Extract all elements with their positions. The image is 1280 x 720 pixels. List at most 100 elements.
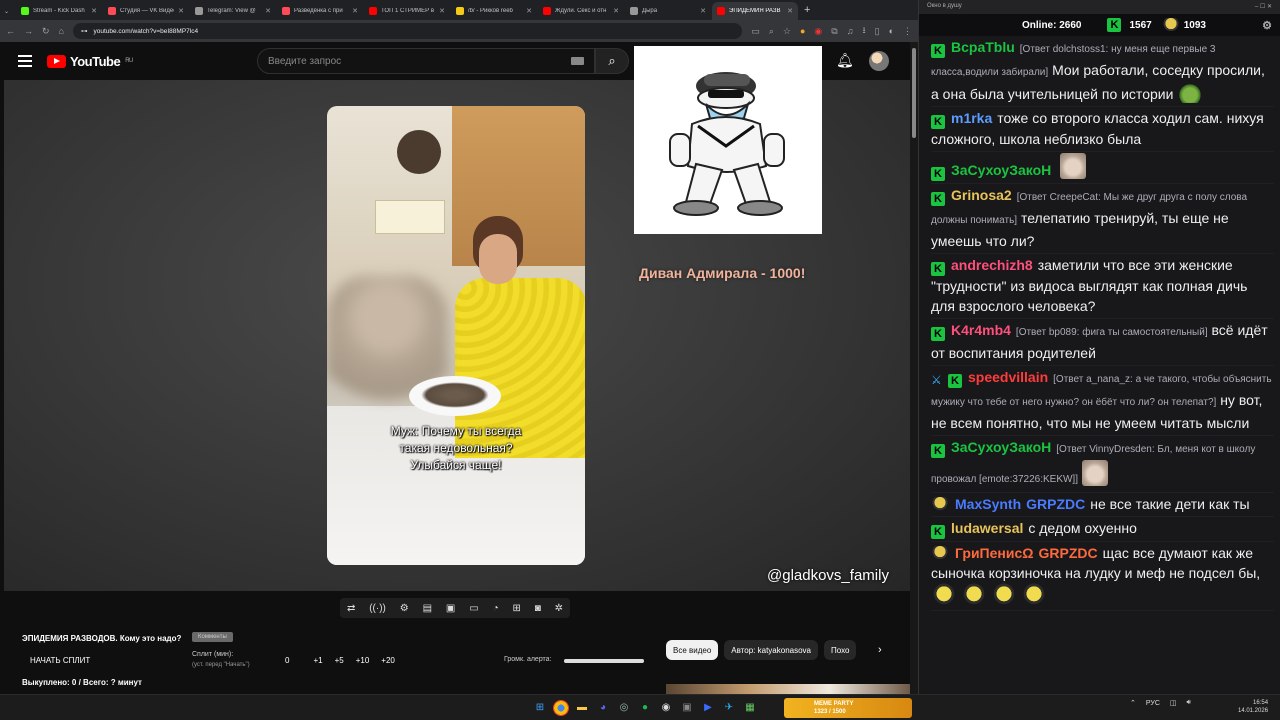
avatar[interactable] [869, 51, 889, 71]
comments-badge[interactable]: Комменты [192, 632, 233, 642]
steam-icon[interactable]: ◎ [616, 700, 632, 716]
download-icon[interactable]: ⭳ [862, 23, 865, 39]
menu-dots-icon[interactable]: ⋮ [903, 26, 912, 37]
volume-icon[interactable]: 🔊︎ [1187, 699, 1191, 707]
tab-close-icon[interactable]: ✕ [265, 7, 271, 15]
meme-party-widget[interactable]: MEME PARTY 1323 / 1500 [784, 698, 912, 718]
reload-icon[interactable]: ↻ [42, 26, 50, 37]
cast-icon[interactable]: ▭ [751, 26, 760, 37]
settings-box-icon[interactable]: ⚙ [400, 603, 409, 614]
spotify-icon[interactable]: ● [637, 700, 653, 716]
language-indicator[interactable]: РУС [1146, 700, 1160, 707]
clapper-icon[interactable]: ▤ [423, 603, 432, 614]
obs-icon[interactable]: ◉ [658, 700, 674, 716]
start-split-button[interactable]: НАЧАТЬ СПЛИТ [22, 654, 98, 667]
chat-username[interactable]: K4r4mb4 [951, 322, 1011, 338]
chat-username[interactable]: ЗаСухоуЗакоН [951, 162, 1051, 178]
profile-icon[interactable]: ◐ [889, 26, 894, 36]
chat-username[interactable]: ГриПенисΩ [955, 545, 1033, 561]
tab-close-icon[interactable]: ✕ [439, 7, 445, 15]
browser-tab[interactable]: /b/ - Рикков reeb ✕ [451, 2, 537, 20]
taskbar-clock[interactable]: 16:54 14.01.2026 [1238, 699, 1268, 715]
chip-all-videos[interactable]: Все видео [666, 640, 719, 660]
kick-badge-icon: K [931, 192, 945, 206]
browser-tab[interactable]: Студия — VK Видео ✕ [103, 2, 189, 20]
forward-icon[interactable]: → [24, 26, 33, 36]
search-input[interactable]: Введите запрос [257, 48, 595, 74]
kick-icon: K [1107, 18, 1122, 32]
telegram-icon[interactable]: ✈ [721, 700, 737, 716]
speed-icon[interactable]: ◔ [493, 603, 499, 614]
chat-username[interactable]: ludawersal [951, 520, 1023, 536]
scrollbar-thumb[interactable] [912, 48, 916, 138]
home-icon[interactable]: ⌂ [59, 26, 64, 36]
split-plus-20-button[interactable]: +20 [381, 656, 395, 665]
browser-tab[interactable]: ТОП 1 СТРИМЕР в ✕ [364, 2, 450, 20]
alert-volume-slider[interactable] [564, 659, 644, 663]
chat-username[interactable]: ВсраТblu [951, 39, 1015, 55]
tab-close-icon[interactable]: ✕ [613, 7, 619, 15]
add-box-icon[interactable]: ⊞ [512, 603, 520, 614]
camera-icon[interactable]: ◙ [535, 603, 541, 614]
split-plus-5-button[interactable]: +5 [335, 656, 344, 665]
menu-burger-icon[interactable] [18, 55, 32, 67]
windows-start-icon[interactable]: ⊞ [532, 700, 548, 716]
tab-close-icon[interactable]: ✕ [787, 7, 793, 15]
frame-icon[interactable]: ▭ [469, 603, 478, 614]
extensions-puzzle-icon[interactable]: ⧉ [831, 26, 837, 37]
discord-icon[interactable]: ◕ [595, 700, 611, 716]
browser-tab[interactable]: Stream - Kick Dash ✕ [16, 2, 102, 20]
browser-tab[interactable]: Разведёнка с при ✕ [277, 2, 363, 20]
chat-username[interactable]: speedvillain [968, 369, 1048, 385]
chat-username[interactable]: andrechizh8 [951, 257, 1033, 273]
keyboard-icon[interactable] [571, 57, 584, 65]
recommended-thumbnail[interactable] [666, 684, 912, 694]
page-scrollbar[interactable] [910, 42, 918, 694]
chip-similar[interactable]: Похо [824, 640, 857, 660]
tab-list-button[interactable]: ⌄ [1, 2, 15, 20]
screen-icon[interactable]: ▣ [446, 603, 455, 614]
chat-settings-icon[interactable]: ⚙ [1262, 19, 1272, 32]
network-icon[interactable]: ◫ [1170, 699, 1177, 707]
audio-icon[interactable]: ((·)) [369, 603, 386, 614]
player-icon[interactable]: ▶ [700, 700, 716, 716]
split-plus-1-button[interactable]: +1 [313, 656, 322, 665]
chat-username[interactable]: MaxSynth [955, 496, 1021, 512]
search-button[interactable]: ⌕ [595, 48, 629, 74]
new-tab-button[interactable]: + [804, 4, 810, 16]
back-icon[interactable]: ← [6, 26, 15, 36]
chat-username[interactable]: Grinosa2 [951, 187, 1012, 203]
chevron-right-icon[interactable]: › [878, 644, 882, 656]
tab-close-icon[interactable]: ✕ [526, 7, 532, 15]
extension-icon[interactable]: ◉ [814, 26, 822, 37]
tab-close-icon[interactable]: ✕ [700, 7, 706, 15]
youtube-logo[interactable]: YouTube RU [47, 54, 133, 69]
chat-username[interactable]: ЗаСухоуЗакоН [951, 439, 1051, 455]
chat-username[interactable]: m1rka [951, 110, 992, 126]
site-info-icon[interactable]: ⊶ [81, 27, 88, 35]
loop-icon[interactable]: ⇄ [347, 603, 355, 614]
app-icon[interactable]: ▣ [679, 700, 695, 716]
notifications-bell-icon[interactable]: 🔔︎ [836, 52, 854, 69]
bookmark-star-icon[interactable]: ☆ [783, 26, 791, 37]
browser-tab[interactable]: Дыра ✕ [625, 2, 711, 20]
chrome-icon[interactable] [553, 700, 569, 716]
url-field[interactable]: ⊶ youtube.com/watch?v=beI88MP7lc4 [72, 23, 743, 39]
gear-icon[interactable]: ✲ [555, 603, 563, 614]
app-icon[interactable]: ▦ [742, 700, 758, 716]
tray-chevron-icon[interactable]: ⌃ [1130, 699, 1136, 707]
browser-tab[interactable]: Telegram: View @ ✕ [190, 2, 276, 20]
chat-window-controls[interactable]: – ☐ ✕ [1255, 3, 1272, 11]
extension-icon[interactable]: ● [800, 26, 805, 36]
sidepanel-icon[interactable]: ▯ [875, 26, 880, 37]
tab-close-icon[interactable]: ✕ [178, 7, 184, 15]
tab-close-icon[interactable]: ✕ [352, 7, 358, 15]
zoom-icon[interactable]: ⌕ [769, 26, 774, 37]
explorer-icon[interactable]: ▬ [574, 700, 590, 716]
media-icon[interactable]: ♫ [847, 26, 854, 36]
browser-tab[interactable]: ЭПИДЕМИЯ РАЗВ ✕ [712, 2, 798, 20]
split-plus-10-button[interactable]: +10 [356, 656, 370, 665]
chip-author[interactable]: Автор: katyakonasova [724, 640, 818, 660]
browser-tab[interactable]: Ждули. Секс и отн ✕ [538, 2, 624, 20]
tab-close-icon[interactable]: ✕ [91, 7, 97, 15]
